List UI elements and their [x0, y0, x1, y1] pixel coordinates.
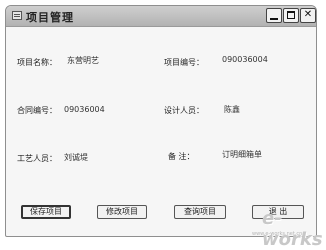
remark-label: 备 注： [168, 152, 195, 161]
project-no-field[interactable]: 090036004 [222, 55, 268, 64]
close-button[interactable]: ✕ [300, 8, 316, 23]
app-icon [12, 11, 22, 20]
minimize-icon [270, 18, 278, 20]
maximize-icon [287, 11, 295, 19]
eworks-watermark: e-works [262, 208, 323, 250]
remark-field[interactable]: 订明细箱单 [222, 149, 262, 160]
designer-label: 设计人员： [164, 106, 204, 115]
window-title: 项目管理 [26, 11, 74, 24]
designer-field[interactable]: 陈鑫 [224, 104, 240, 115]
craftsman-label: 工艺人员： [17, 154, 57, 163]
query-project-button[interactable]: 查询项目 [174, 205, 226, 219]
save-project-button[interactable]: 保存项目 [21, 205, 71, 219]
maximize-button[interactable] [283, 8, 299, 23]
contract-no-field[interactable]: 09036004 [64, 105, 105, 114]
contract-no-label: 合同编号： [17, 106, 57, 115]
modify-project-button[interactable]: 修改项目 [97, 205, 147, 219]
project-no-label: 项目编号： [164, 58, 204, 67]
eworks-watermark-url: www.e-works.net.cn [252, 231, 303, 237]
minimize-button[interactable] [266, 8, 282, 23]
project-management-window: 项目管理 ✕ 项目名称： 东营明艺 项目编号： 090036004 合同编号： … [5, 5, 317, 237]
project-name-field[interactable]: 东营明艺 [67, 55, 99, 66]
close-icon: ✕ [303, 9, 313, 20]
project-name-label: 项目名称： [17, 58, 57, 67]
title-bar[interactable]: 项目管理 ✕ [6, 6, 316, 27]
craftsman-field[interactable]: 刘诚堤 [64, 152, 88, 163]
